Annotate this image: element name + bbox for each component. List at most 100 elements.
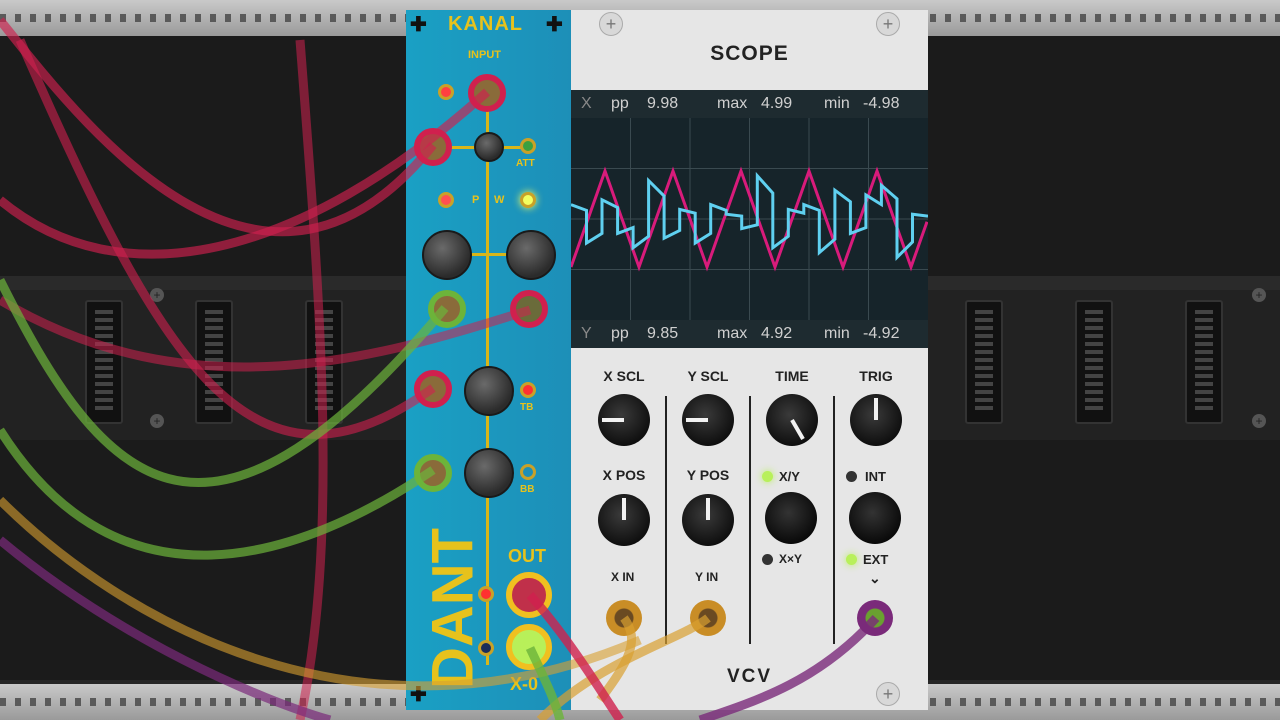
y-channel-label: Y <box>581 325 592 342</box>
bus-connector <box>965 300 1003 424</box>
y-pos-knob[interactable] <box>682 494 734 546</box>
bus-connector <box>85 300 123 424</box>
w-cv-jack[interactable] <box>510 290 548 328</box>
module-title: SCOPE <box>710 42 789 65</box>
x-scl-knob[interactable] <box>598 394 650 446</box>
w-label: W <box>494 194 505 206</box>
ext-trig-led <box>846 554 857 565</box>
out-led-1 <box>478 586 494 602</box>
x-in-jack[interactable] <box>606 600 642 636</box>
input-jack[interactable] <box>468 74 506 112</box>
p-label: P <box>472 194 480 206</box>
column-divider <box>665 396 667 644</box>
brand-logo: KANAL <box>448 13 523 35</box>
ext-trig-label: EXT <box>863 552 889 567</box>
cv-jack-left[interactable] <box>414 128 452 166</box>
xy-mode-label: X/Y <box>779 469 800 484</box>
xxy-mode-led <box>762 554 773 565</box>
trig-source-button[interactable] <box>849 492 901 544</box>
grid <box>571 118 928 320</box>
xxy-mode-label: X×Y <box>779 552 803 566</box>
x-channel-label: X <box>581 95 592 112</box>
y-pp-value: 9.85 <box>647 325 679 342</box>
y-min-value: -4.92 <box>863 325 900 342</box>
w-led <box>520 192 536 208</box>
y-in-jack[interactable] <box>690 600 726 636</box>
x-max-value: 4.99 <box>761 95 793 112</box>
rack-screw-icon: + <box>150 288 164 302</box>
out-led-2 <box>478 640 494 656</box>
column-divider <box>749 396 751 644</box>
input-label: INPUT <box>468 49 501 61</box>
product-name: DANT <box>420 527 486 690</box>
output-jack-2[interactable] <box>506 624 552 670</box>
module-screw-icon: ✚ <box>410 684 427 706</box>
tb-knob[interactable] <box>464 366 514 416</box>
x-min-value: -4.98 <box>863 95 900 112</box>
bus-connector <box>195 300 233 424</box>
p-knob[interactable] <box>422 230 472 280</box>
scope-module: + + SCOPE X pp 9.98 max 4.99 min -4.98 Y… <box>571 10 928 710</box>
out-label: OUT <box>508 546 546 566</box>
screw-icon: + <box>876 12 900 36</box>
bb-knob[interactable] <box>464 448 514 498</box>
rack-screw-icon: + <box>1252 414 1266 428</box>
bb-cv-jack[interactable] <box>414 454 452 492</box>
scope-display[interactable]: X pp 9.98 max 4.99 min -4.98 Y pp 9.85 m… <box>571 90 928 348</box>
trig-knob[interactable] <box>850 394 902 446</box>
screw-icon: + <box>599 12 623 36</box>
screw-icon: + <box>876 682 900 706</box>
x-min-label: min <box>824 95 850 112</box>
x-pp-value: 9.98 <box>647 95 679 112</box>
x-scl-label: X SCL <box>603 368 645 384</box>
int-trig-label: INT <box>865 469 886 484</box>
att-knob[interactable] <box>474 132 504 162</box>
time-knob[interactable] <box>766 394 818 446</box>
att-led <box>520 138 536 154</box>
output-jack-1[interactable] <box>506 572 552 618</box>
y-scl-label: Y SCL <box>687 368 729 384</box>
y-max-label: max <box>717 325 748 342</box>
y-scl-knob[interactable] <box>682 394 734 446</box>
time-label: TIME <box>775 368 809 384</box>
att-label: ATT <box>516 158 535 169</box>
module-screw-icon: ✚ <box>546 14 563 36</box>
int-trig-led <box>846 471 857 482</box>
rack-screw-icon: + <box>1252 288 1266 302</box>
x-max-label: max <box>717 95 748 112</box>
waveform-plot <box>571 118 928 320</box>
mode-button[interactable] <box>765 492 817 544</box>
y-pp-label: pp <box>611 325 629 342</box>
xy-mode-led <box>762 471 773 482</box>
w-knob[interactable] <box>506 230 556 280</box>
bus-connector <box>1075 300 1113 424</box>
rack-screw-icon: + <box>150 414 164 428</box>
chevron-down-icon: ⌄ <box>869 570 881 586</box>
ext-trig-jack[interactable] <box>857 600 893 636</box>
bus-connector <box>1185 300 1223 424</box>
tb-label: TB <box>520 402 534 413</box>
vcv-logo: VCV <box>727 666 773 687</box>
bb-label: BB <box>520 484 535 495</box>
p-led <box>438 192 454 208</box>
y-min-label: min <box>824 325 850 342</box>
y-measurements: Y pp 9.85 max 4.92 min -4.92 <box>571 320 928 348</box>
x-measurements: X pp 9.98 max 4.99 min -4.98 <box>571 90 928 118</box>
bb-led <box>520 464 536 480</box>
bus-connector <box>305 300 343 424</box>
kanal-dant-module: ✚ ✚ KANAL INPUT ATT P W TB BB DANT OUT X… <box>406 10 571 710</box>
x-pp-label: pp <box>611 95 629 112</box>
tb-cv-jack[interactable] <box>414 370 452 408</box>
p-cv-jack[interactable] <box>428 290 466 328</box>
input-led <box>438 84 454 100</box>
y-in-label: Y IN <box>695 570 719 584</box>
tb-led <box>520 382 536 398</box>
module-screw-icon: ✚ <box>410 14 427 36</box>
x-in-label: X IN <box>611 570 635 584</box>
x-pos-knob[interactable] <box>598 494 650 546</box>
footer-label: X-0 <box>510 674 539 694</box>
y-max-value: 4.92 <box>761 325 793 342</box>
x-pos-label: X POS <box>602 467 646 483</box>
y-pos-label: Y POS <box>686 467 730 483</box>
trig-label: TRIG <box>859 368 893 384</box>
